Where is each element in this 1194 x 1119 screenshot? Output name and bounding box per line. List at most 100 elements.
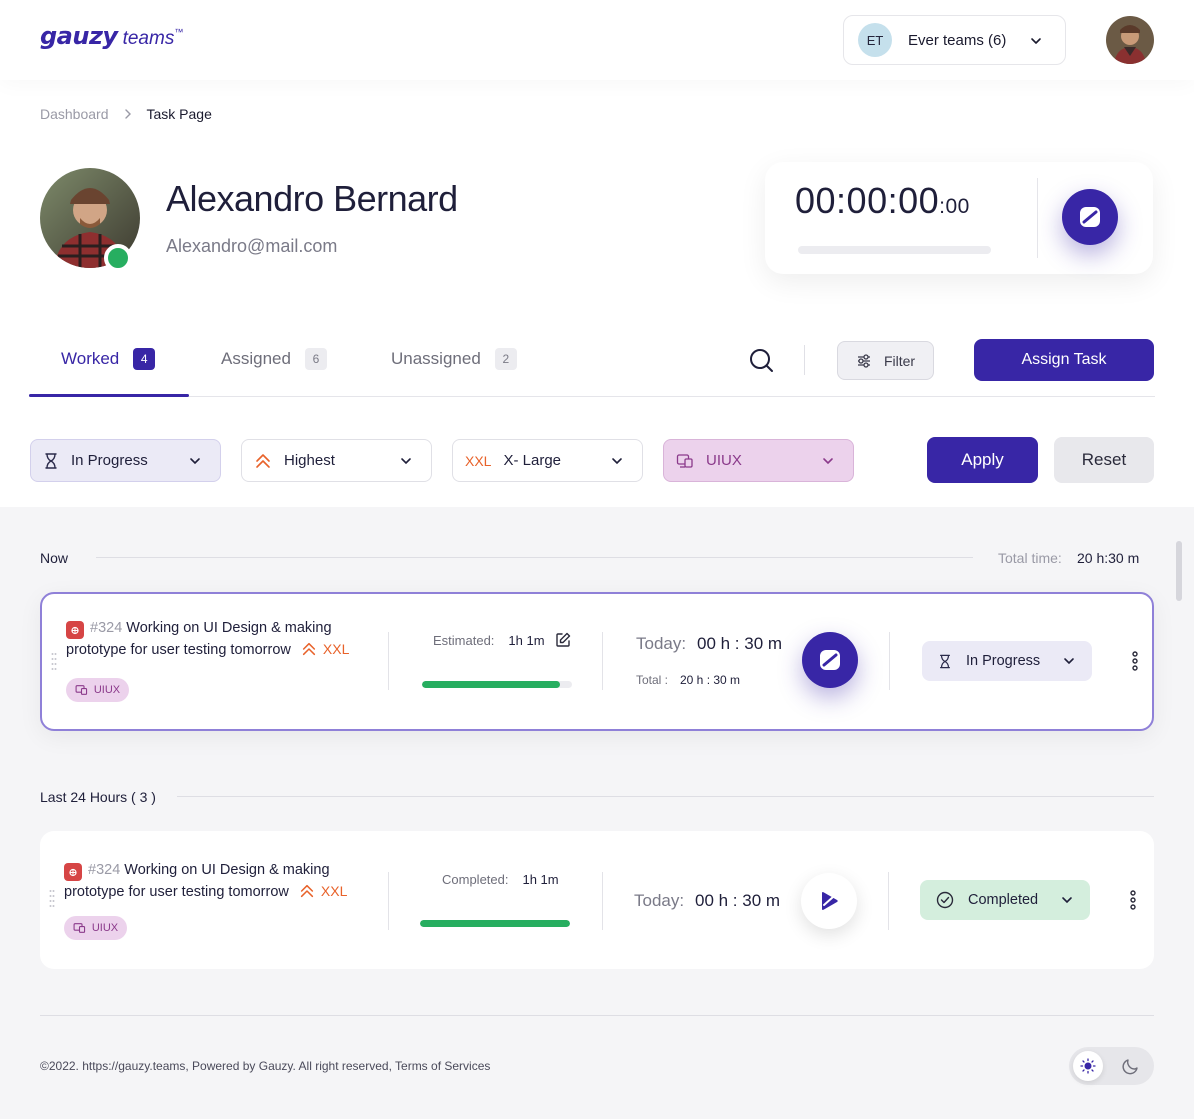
card-divider [888, 872, 889, 930]
drag-handle-icon[interactable] [49, 888, 55, 908]
profile-email: Alexandro@mail.com [166, 236, 338, 256]
chevron-down-icon [1062, 897, 1072, 904]
priority-highest-icon [299, 883, 315, 899]
chevron-right-icon [123, 108, 133, 120]
task-label-chip[interactable]: UIUX [64, 916, 127, 940]
chevron-down-icon [401, 458, 411, 465]
timer-toggle-button[interactable] [1062, 189, 1118, 245]
card-divider [388, 872, 389, 930]
task-total-value: 20 h : 30 m [680, 673, 741, 687]
priority-highest-icon [254, 452, 272, 470]
drag-handle-icon[interactable] [51, 651, 57, 671]
team-selector[interactable]: ET Ever teams (6) [843, 15, 1066, 65]
chevron-down-icon [823, 458, 833, 465]
task-card-active[interactable]: #324 Working on UI Design & making proto… [40, 592, 1154, 731]
section-divider [96, 557, 973, 558]
logo-sub: teams [122, 28, 175, 49]
tab-assigned[interactable]: Assigned 6 [221, 348, 327, 370]
completed-value: 1h 1m [522, 872, 559, 887]
theme-toggle[interactable] [1069, 1047, 1154, 1085]
scrollbar-thumb[interactable] [1176, 541, 1182, 601]
task-progress-fill [420, 920, 570, 927]
estimate-row: Estimated: 1h 1m [433, 632, 571, 648]
priority-highest-icon [301, 641, 317, 657]
task-label-chip[interactable]: UIUX [66, 678, 129, 702]
gauzy-logo[interactable]: gauzy teams ™ [40, 22, 183, 50]
search-button[interactable] [747, 346, 775, 374]
task-pause-button[interactable] [802, 632, 858, 688]
moon-icon[interactable] [1121, 1056, 1141, 1076]
task-size: XXL [322, 641, 350, 657]
timer-time: 00:00:00 [795, 180, 940, 221]
hourglass-icon [43, 452, 59, 470]
estimate-label: Estimated: [433, 632, 495, 648]
card-divider [889, 632, 890, 690]
total-time-value: 20 h:30 m [1077, 550, 1140, 566]
task-status-value: In Progress [966, 653, 1041, 669]
team-badge: ET [858, 23, 892, 57]
task-title[interactable]: #324 Working on UI Design & making proto… [66, 618, 376, 660]
profile-name: Alexandro Bernard [166, 178, 458, 219]
tab-label: Assigned [221, 349, 291, 368]
pause-icon [1080, 207, 1100, 227]
size-code: XXL [465, 452, 492, 469]
toolbar-divider [804, 345, 805, 375]
task-play-button[interactable] [801, 873, 857, 929]
tab-count: 2 [494, 348, 517, 370]
filter-button[interactable]: Filter [837, 341, 934, 380]
app-header: gauzy teams ™ ET Ever teams (6) [0, 0, 1194, 80]
label-filter-select[interactable]: UIUX [663, 439, 854, 482]
logo-main: gauzy [40, 22, 118, 50]
task-status-select[interactable]: In Progress [922, 641, 1092, 681]
status-filter-value: In Progress [71, 452, 148, 469]
task-status-select[interactable]: Completed [920, 880, 1090, 920]
task-status-value: Completed [968, 892, 1039, 908]
section-now-title: Now [40, 550, 69, 566]
card-divider [602, 872, 603, 930]
task-progress-bar [422, 681, 572, 688]
footer-text[interactable]: ©2022. https://gauzy.teams, Powered by G… [40, 1059, 490, 1073]
user-avatar[interactable] [1106, 16, 1154, 64]
tab-worked[interactable]: Worked 4 [61, 348, 156, 370]
task-title[interactable]: #324 Working on UI Design & making proto… [64, 860, 374, 902]
breadcrumb-dashboard[interactable]: Dashboard [40, 106, 109, 122]
tab-label: Worked [61, 349, 120, 368]
size-filter-value: X- Large [503, 452, 562, 469]
breadcrumb: Dashboard Task Page [40, 106, 212, 122]
pause-icon [820, 650, 840, 670]
active-tab-indicator [29, 394, 189, 397]
task-label-text: UIUX [91, 922, 119, 934]
label-filter-value: UIUX [706, 452, 742, 469]
search-icon [750, 349, 773, 372]
timer-card: 00:00:00:00 [765, 162, 1153, 274]
reset-button[interactable]: Reset [1054, 437, 1154, 483]
estimate-value: 1h 1m [508, 632, 545, 648]
task-size: XXL [320, 883, 348, 899]
section-divider [177, 796, 1154, 797]
edit-icon[interactable] [555, 632, 571, 648]
priority-filter-value: Highest [284, 452, 335, 469]
task-card-completed[interactable]: #324 Working on UI Design & making proto… [40, 831, 1154, 969]
timer-ms: :00 [939, 195, 970, 218]
priority-filter-select[interactable]: Highest [241, 439, 432, 482]
team-name: Ever teams (6) [908, 31, 1007, 49]
task-number: #324 [90, 620, 123, 636]
assign-task-button[interactable]: Assign Task [974, 339, 1154, 381]
completed-row: Completed: 1h 1m [442, 872, 559, 887]
tab-unassigned[interactable]: Unassigned 2 [391, 348, 517, 370]
today-value: 00 h : 30 m [695, 891, 781, 910]
chevron-down-icon [1064, 658, 1074, 665]
today-label: Today: [634, 891, 685, 910]
sun-icon[interactable] [1073, 1051, 1103, 1081]
status-filter-select[interactable]: In Progress [30, 439, 221, 482]
more-options-icon[interactable] [1130, 890, 1136, 910]
play-icon [822, 891, 838, 911]
apply-button[interactable]: Apply [927, 437, 1038, 483]
filter-label: Filter [883, 352, 916, 369]
hourglass-icon [938, 653, 952, 670]
size-filter-select[interactable]: XXL X- Large [452, 439, 643, 482]
filter-sliders-icon [857, 353, 870, 368]
tab-count: 6 [304, 348, 327, 370]
more-options-icon[interactable] [1132, 651, 1138, 671]
devices-icon [75, 685, 87, 695]
